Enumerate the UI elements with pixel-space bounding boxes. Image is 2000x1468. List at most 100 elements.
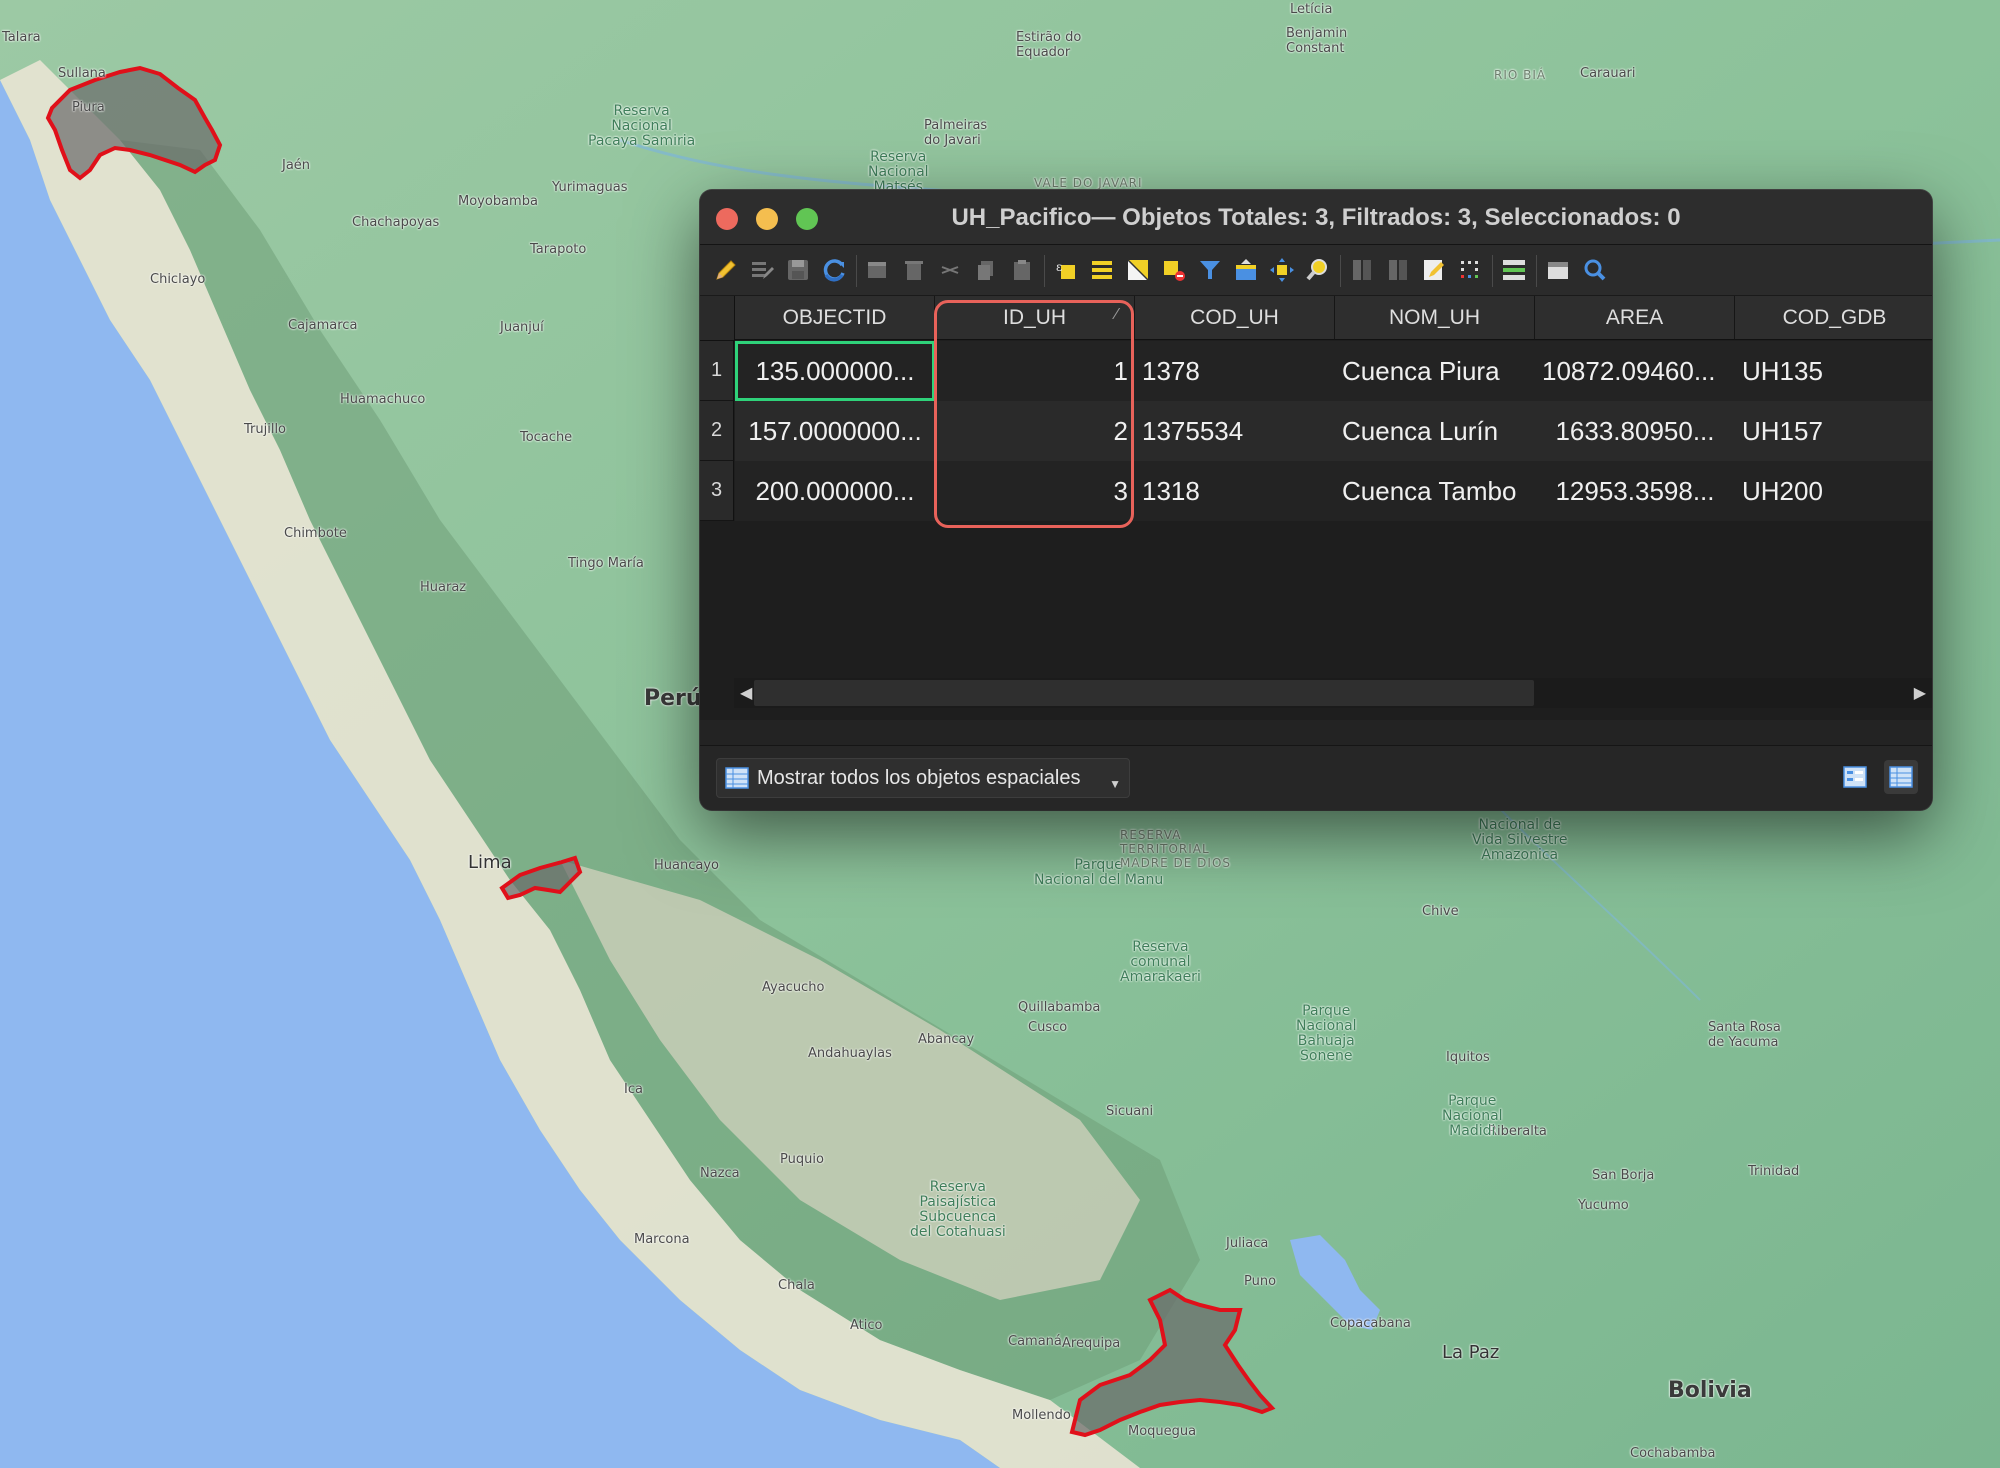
table-row[interactable]: 135.000000... 1 1378 Cuenca Piura 10872.… [735, 341, 1932, 401]
table-cell[interactable]: 10872.09460... [1535, 341, 1735, 401]
map-label: Huamachuco [340, 392, 426, 407]
select-all-icon[interactable] [1086, 254, 1118, 286]
column-header-objectid[interactable]: OBJECTID [735, 296, 935, 340]
table-row[interactable]: 200.000000... 3 1318 Cuenca Tambo 12953.… [735, 461, 1932, 521]
conditional-format-icon[interactable] [1454, 254, 1486, 286]
map-label: Iquitos [1446, 1050, 1490, 1065]
map-label: Marcona [634, 1232, 690, 1247]
map-label: Santa Rosa de Yacuma [1708, 1020, 1781, 1050]
table-cell[interactable]: 1318 [1135, 461, 1335, 521]
scroll-right-icon[interactable]: ▶ [1914, 683, 1926, 703]
map-label: Puquio [780, 1152, 824, 1167]
scrollbar-thumb[interactable] [754, 680, 1534, 706]
column-label: AREA [1605, 305, 1664, 329]
table-cell[interactable]: 135.000000... [735, 341, 935, 401]
actions-icon[interactable] [1498, 254, 1530, 286]
zoom-to-selection-icon[interactable] [1302, 254, 1334, 286]
map-label: Abancay [918, 1032, 975, 1047]
table-cell[interactable]: UH157 [1735, 401, 1932, 461]
copy-icon[interactable] [970, 254, 1002, 286]
new-field-icon[interactable] [1346, 254, 1378, 286]
column-header-area[interactable]: AREA [1535, 296, 1735, 340]
table-cell[interactable]: 157.0000000... [735, 401, 935, 461]
field-calculator-icon[interactable] [1418, 254, 1450, 286]
delete-field-icon[interactable] [1382, 254, 1414, 286]
map-label: Bolivia [1668, 1378, 1752, 1403]
map-label: Quillabamba [1018, 1000, 1101, 1015]
column-header-nom-uh[interactable]: NOM_UH [1335, 296, 1535, 340]
title-bar[interactable]: UH_Pacifico— Objetos Totales: 3, Filtrad… [700, 190, 1932, 245]
map-label: Letícia [1290, 2, 1333, 17]
table-cell[interactable]: 2 [935, 401, 1135, 461]
table-corner[interactable] [700, 296, 735, 341]
map-label: Reserva comunal Amarakaeri [1120, 939, 1201, 985]
table-cell[interactable]: Cuenca Lurín [1335, 401, 1535, 461]
map-label: San Borja [1592, 1168, 1655, 1183]
table-cell[interactable]: UH135 [1735, 341, 1932, 401]
row-header[interactable]: 1 [700, 341, 734, 401]
table-cell[interactable]: 1 [935, 341, 1135, 401]
expression-select-icon[interactable]: ε [1050, 254, 1082, 286]
map-label: Yurimaguas [552, 180, 628, 195]
column-label: ID_UH [1002, 305, 1066, 329]
table-cell[interactable]: 1633.80950... [1535, 401, 1735, 461]
table-cell[interactable]: 1378 [1135, 341, 1335, 401]
table-cell[interactable]: Cuenca Tambo [1335, 461, 1535, 521]
pan-to-selection-icon[interactable] [1266, 254, 1298, 286]
table-cell[interactable]: Cuenca Piura [1335, 341, 1535, 401]
map-label: Juliaca [1226, 1236, 1269, 1251]
chevron-down-icon: ▼ [1109, 777, 1121, 791]
map-label: Chive [1422, 904, 1459, 919]
filter-dropdown[interactable]: Mostrar todos los objetos espaciales ▼ [716, 758, 1130, 798]
add-feature-icon[interactable] [862, 254, 894, 286]
cut-icon[interactable] [934, 254, 966, 286]
pencil-icon[interactable] [710, 254, 742, 286]
paste-icon[interactable] [1006, 254, 1038, 286]
column-header-id-uh[interactable]: ID_UH ⁄ [935, 296, 1135, 340]
delete-feature-icon[interactable] [898, 254, 930, 286]
toolbar: ε [700, 245, 1932, 296]
map-label: Piura [72, 100, 105, 115]
map-label: Perú [644, 686, 702, 711]
map-label: Andahuaylas [808, 1046, 892, 1061]
row-header[interactable]: 2 [700, 401, 734, 461]
column-header-cod-uh[interactable]: COD_UH [1135, 296, 1335, 340]
form-view-icon[interactable] [1838, 760, 1872, 794]
map-label: Puno [1244, 1274, 1277, 1289]
map-label: Chiclayo [150, 272, 206, 287]
deselect-icon[interactable] [1158, 254, 1190, 286]
column-label: NOM_UH [1388, 305, 1480, 329]
horizontal-scrollbar[interactable]: ◀ ▶ [734, 678, 1932, 708]
save-edits-icon[interactable] [782, 254, 814, 286]
map-label: VALE DO JAVARI [1034, 176, 1143, 190]
toolbar-separator [1536, 255, 1537, 287]
column-header-cod-gdb[interactable]: COD_GDB [1735, 296, 1932, 340]
sort-indicator-icon: ⁄ [1115, 306, 1118, 323]
toolbar-separator [1340, 255, 1341, 287]
row-header[interactable]: 3 [700, 461, 734, 521]
svg-text:ε: ε [1056, 260, 1062, 274]
map-label: Yucumo [1578, 1198, 1629, 1213]
reload-icon[interactable] [818, 254, 850, 286]
dock-icon[interactable] [1542, 254, 1574, 286]
invert-selection-icon[interactable] [1122, 254, 1154, 286]
table-cell[interactable]: 1375534 [1135, 401, 1335, 461]
scroll-left-icon[interactable]: ◀ [740, 683, 752, 703]
table-cell[interactable]: 200.000000... [735, 461, 935, 521]
column-label: OBJECTID [782, 305, 887, 329]
table-cell[interactable]: 3 [935, 461, 1135, 521]
table-row[interactable]: 157.0000000... 2 1375534 Cuenca Lurín 16… [735, 401, 1932, 461]
map-label: Reserva Nacional Matsés [868, 149, 929, 195]
column-label: COD_UH [1190, 305, 1279, 329]
table-view-icon[interactable] [1884, 760, 1918, 794]
map-label: La Paz [1442, 1342, 1500, 1363]
table-cell[interactable]: 12953.3598... [1535, 461, 1735, 521]
move-selection-top-icon[interactable] [1230, 254, 1262, 286]
filter-icon[interactable] [1194, 254, 1226, 286]
organize-columns-icon[interactable] [1578, 254, 1610, 286]
multi-edit-icon[interactable] [746, 254, 778, 286]
toolbar-separator [1044, 255, 1045, 287]
table-cell[interactable]: UH200 [1735, 461, 1932, 521]
map-label: Nacional de Vida Silvestre Amazonica [1472, 817, 1568, 863]
map-label: Ayacucho [762, 980, 825, 995]
